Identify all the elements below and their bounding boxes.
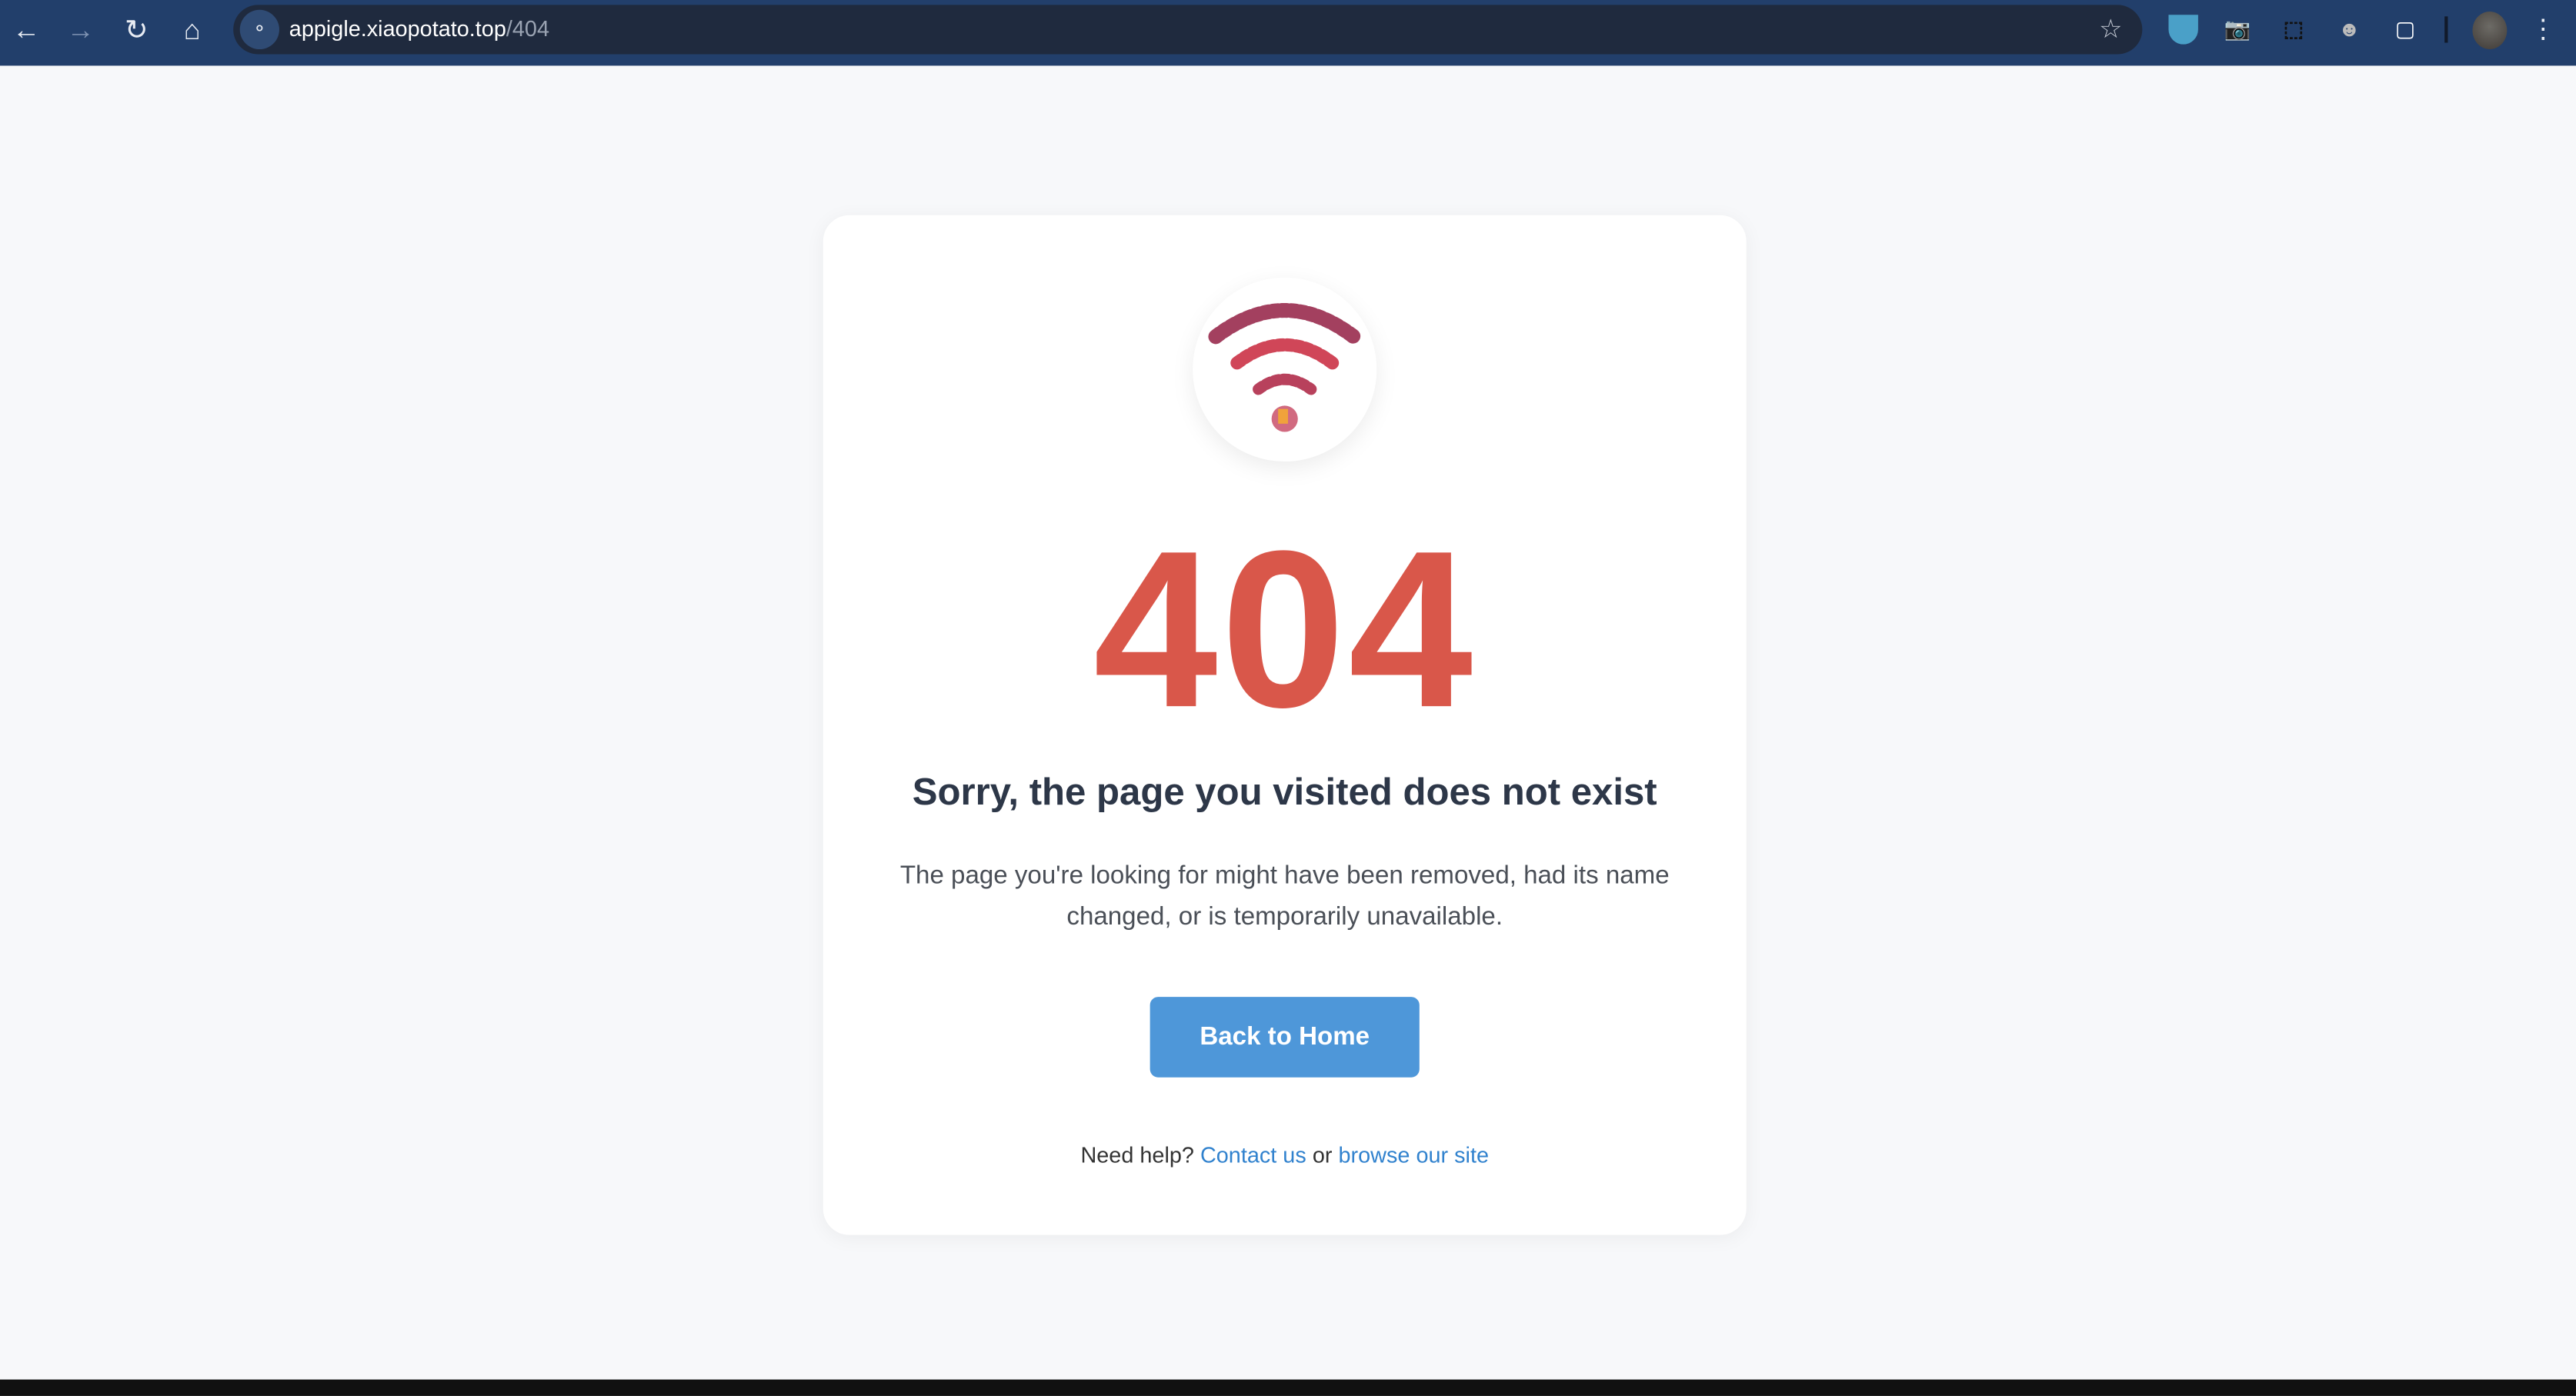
site-info-icon[interactable]: ⚬ (239, 9, 279, 50)
home-icon[interactable]: ⌂ (174, 13, 210, 49)
toolbar-divider (2444, 16, 2448, 43)
help-prefix: Need help? (1080, 1143, 1194, 1168)
url-host: appigle.xiaopotato.top (289, 16, 506, 42)
wifi-illustration-icon (1193, 277, 1377, 461)
bookmark-star-icon[interactable]: ☆ (2099, 13, 2123, 46)
error-card: 404 Sorry, the page you visited does not… (823, 215, 1747, 1235)
browser-window: ← → ↻ ⌂ ⚬ appigle.xiaopotato.top/404 ☆ 📷… (0, 0, 2576, 1396)
extension-fruit-bowl-icon[interactable] (2168, 15, 2198, 45)
forward-icon[interactable]: → (62, 13, 98, 49)
error-description: The page you're looking for might have b… (899, 861, 1670, 931)
back-icon[interactable]: ← (8, 13, 45, 49)
browse-site-link[interactable]: browse our site (1339, 1143, 1489, 1168)
extension-camera-icon[interactable]: 📷 (2223, 15, 2252, 44)
contact-us-link[interactable]: Contact us (1200, 1143, 1306, 1168)
more-menu-icon[interactable]: ⋮ (2530, 13, 2556, 46)
error-code: 404 (1093, 504, 1477, 755)
address-bar[interactable]: ⚬ appigle.xiaopotato.top/404 ☆ (233, 5, 2143, 55)
profile-avatar[interactable] (2472, 11, 2508, 50)
url-path: /404 (506, 16, 549, 42)
reload-icon[interactable]: ↻ (118, 13, 155, 49)
extensions-puzzle-icon[interactable]: ▢ (2391, 15, 2420, 44)
os-dock-strip (0, 1379, 2576, 1396)
extension-screenshot-icon[interactable]: ⬚ (2279, 15, 2308, 44)
url-text[interactable]: appigle.xiaopotato.top/404 (289, 16, 549, 41)
error-title: Sorry, the page you visited does not exi… (912, 770, 1657, 813)
help-text: Need help? Contact us or browse our site (823, 1143, 1747, 1168)
extension-monkey-icon[interactable]: ☻ (2334, 15, 2364, 44)
back-to-home-button[interactable]: Back to Home (1150, 997, 1420, 1078)
browser-toolbar: ← → ↻ ⌂ ⚬ appigle.xiaopotato.top/404 ☆ 📷… (0, 0, 2576, 66)
help-or: or (1312, 1143, 1333, 1168)
